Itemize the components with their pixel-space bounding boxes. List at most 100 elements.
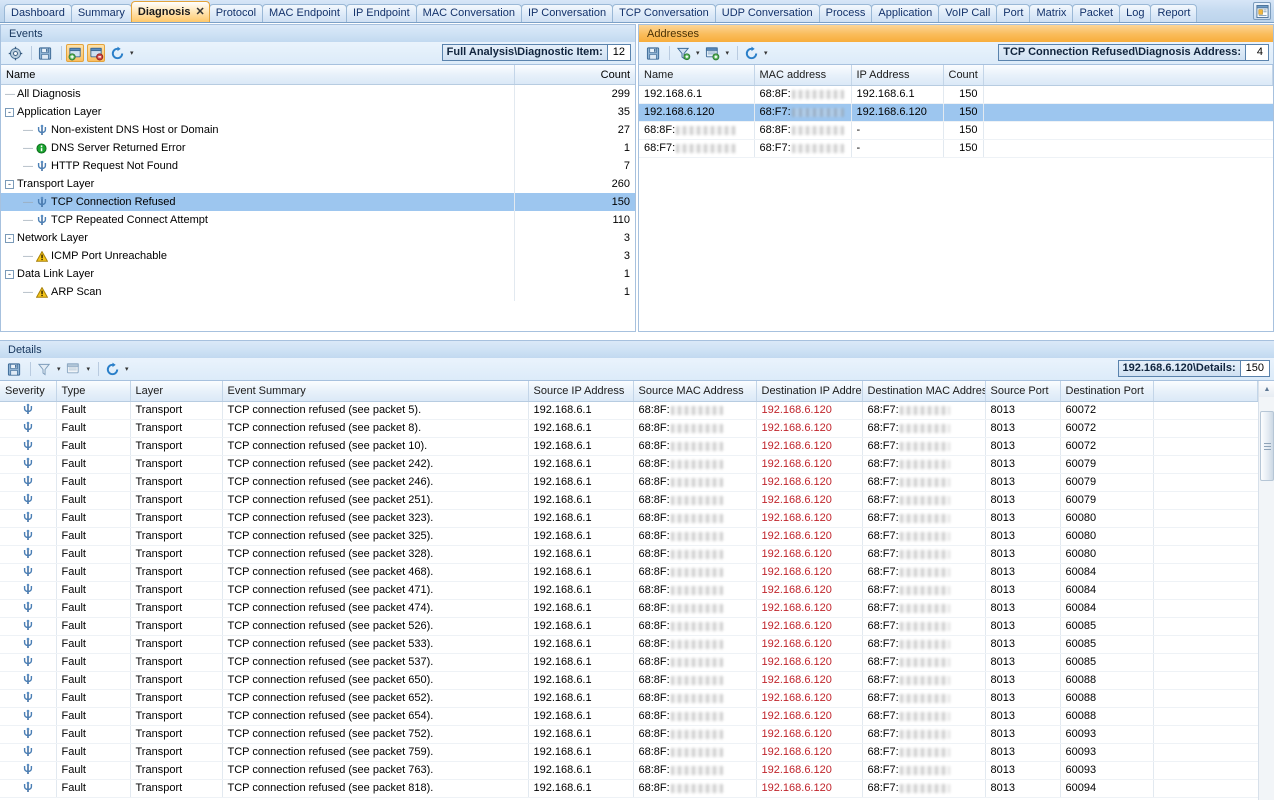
details-row[interactable]: Fault Transport TCP connection refused (se… [0,617,1258,636]
events-tree-row[interactable]: - Network Layer 3 [1,229,635,247]
events-tree-row[interactable]: — ARP Scan 1 [1,283,635,301]
details-row[interactable]: Fault Transport TCP connection refused (se… [0,635,1258,654]
report-window-icon[interactable] [1253,2,1271,20]
tab-close-icon[interactable]: ✕ [195,2,204,22]
tab-tcp-conversation[interactable]: TCP Conversation [612,4,716,22]
events-tree-row[interactable]: — TCP Repeated Connect Attempt 110 [1,211,635,229]
details-table[interactable]: Severity Type Layer Event Summary Source… [0,381,1258,798]
details-row[interactable]: Fault Transport TCP connection refused (se… [0,491,1258,510]
save-icon[interactable] [5,360,23,378]
details-row[interactable]: Fault Transport TCP connection refused (se… [0,473,1258,492]
details-grid[interactable]: Severity Type Layer Event Summary Source… [0,380,1274,800]
addresses-table[interactable]: Name MAC address IP Address Count 192.16… [639,65,1273,158]
make-filter-dropdown-caret[interactable]: ▾ [726,49,730,57]
scrollbar-thumb[interactable] [1260,411,1274,481]
addresses-grid[interactable]: Name MAC address IP Address Count 192.16… [638,64,1274,332]
tree-expander-icon[interactable]: - [5,269,14,279]
addresses-row[interactable]: 68:F7: 68:F7: -150 [639,139,1273,158]
tab-port[interactable]: Port [996,4,1031,22]
add-filter-icon[interactable] [66,44,84,62]
events-tree-grid[interactable]: Name Count — All Diagnosis 299- Application… [0,64,636,332]
tab-protocol[interactable]: Protocol [208,4,264,22]
tab-packet[interactable]: Packet [1072,4,1121,22]
tab-report[interactable]: Report [1150,4,1198,22]
addresses-col-mac[interactable]: MAC address [754,65,852,86]
tree-expander-icon[interactable]: - [5,179,14,189]
tab-mac-endpoint[interactable]: MAC Endpoint [262,4,347,22]
tab-ip-conversation[interactable]: IP Conversation [521,4,614,22]
details-col-dest-port[interactable]: Destination Port [1060,381,1154,402]
addresses-row[interactable]: 192.168.6.120 68:F7: 192.168.6.120 150 [639,103,1273,122]
settings-gear-icon[interactable] [6,44,24,62]
details-col-source-ip[interactable]: Source IP Address [528,381,634,402]
details-vertical-scrollbar[interactable]: ▲ [1258,381,1274,800]
details-row[interactable]: Fault Transport TCP connection refused (se… [0,545,1258,564]
events-tree-row[interactable]: — Non-existent DNS Host or Domain 27 [1,121,635,139]
refresh-dropdown-caret[interactable]: ▾ [125,365,129,373]
refresh-dropdown-caret[interactable]: ▾ [764,49,768,57]
events-col-name[interactable]: Name [1,65,515,84]
addresses-col-count[interactable]: Count [943,65,984,86]
details-col-severity[interactable]: Severity [0,381,57,402]
events-tree-row[interactable]: - Data Link Layer 1 [1,265,635,283]
details-row[interactable]: Fault Transport TCP connection refused (se… [0,671,1258,690]
details-row[interactable]: Fault Transport TCP connection refused (se… [0,653,1258,672]
details-row[interactable]: Fault Transport TCP connection refused (se… [0,455,1258,474]
details-row[interactable]: Fault Transport TCP connection refused (se… [0,743,1258,762]
details-row[interactable]: Fault Transport TCP connection refused (se… [0,581,1258,600]
tab-dashboard[interactable]: Dashboard [4,4,72,22]
events-tree-row[interactable]: — HTTP Request Not Found 7 [1,157,635,175]
details-row[interactable]: Fault Transport TCP connection refused (se… [0,437,1258,456]
events-col-count[interactable]: Count [515,65,635,84]
details-col-event-summary[interactable]: Event Summary [222,381,529,402]
refresh-icon[interactable] [103,360,121,378]
filter-icon[interactable] [35,360,53,378]
details-row[interactable]: Fault Transport TCP connection refused (se… [0,689,1258,708]
details-col-source-port[interactable]: Source Port [985,381,1061,402]
tab-ip-endpoint[interactable]: IP Endpoint [345,4,417,22]
details-panel-toolbar[interactable]: ▾ ▾ ▾ 192.168.6.120\Details: 150 [0,358,1274,380]
details-row[interactable]: Fault Transport TCP connection refused (se… [0,527,1258,546]
events-tree-row[interactable]: — All Diagnosis 299 [1,85,635,103]
events-tree-row[interactable]: — TCP Connection Refused 150 [1,193,635,211]
refresh-icon[interactable] [108,44,126,62]
details-row[interactable]: Fault Transport TCP connection refused (se… [0,779,1258,798]
details-row[interactable]: Fault Transport TCP connection refused (se… [0,419,1258,438]
tab-process[interactable]: Process [818,4,873,22]
tab-voip-call[interactable]: VoIP Call [938,4,998,22]
filter-icon[interactable] [674,44,692,62]
addresses-col-name[interactable]: Name [639,65,755,86]
events-tree-row[interactable]: - Transport Layer 260 [1,175,635,193]
events-tree-rows[interactable]: — All Diagnosis 299- Application Layer 35— No… [1,85,635,301]
addresses-row[interactable]: 68:8F: 68:8F: -150 [639,121,1273,140]
tab-matrix[interactable]: Matrix [1029,4,1074,22]
tab-diagnosis[interactable]: Diagnosis ✕ [130,1,210,22]
tab-udp-conversation[interactable]: UDP Conversation [714,4,820,22]
details-col-source-mac[interactable]: Source MAC Address [633,381,757,402]
details-row[interactable]: Fault Transport TCP connection refused (se… [0,599,1258,618]
details-row[interactable]: Fault Transport TCP connection refused (se… [0,707,1258,726]
events-panel-toolbar[interactable]: ▾ Full Analysis\Diagnostic Item: 12 [0,42,636,64]
tree-expander-icon[interactable]: - [5,233,14,243]
events-tree-row[interactable]: - Application Layer 35 [1,103,635,121]
filter-dropdown-caret[interactable]: ▾ [57,365,61,373]
scroll-up-arrow[interactable]: ▲ [1259,381,1274,397]
details-row[interactable]: Fault Transport TCP connection refused (se… [0,761,1258,780]
tab-log[interactable]: Log [1119,4,1152,22]
events-tree-row[interactable]: — ICMP Port Unreachable 3 [1,247,635,265]
details-col-dest-ip[interactable]: Destination IP Address [756,381,863,402]
tab-mac-conversation[interactable]: MAC Conversation [415,4,522,22]
details-panel-title[interactable]: Details [0,340,1274,358]
refresh-dropdown-caret[interactable]: ▾ [130,49,134,57]
addresses-col-ip[interactable]: IP Address [851,65,944,86]
refresh-icon[interactable] [742,44,760,62]
main-tab-bar[interactable]: Dashboard Summary Diagnosis ✕ Protocol MAC En… [0,0,1274,23]
make-filter-dropdown-caret[interactable]: ▾ [87,365,91,373]
addresses-panel-toolbar[interactable]: ▾ ▾ ▾ TCP Connection Refused\Diagnosis A… [638,42,1274,64]
details-row[interactable]: Fault Transport TCP connection refused (se… [0,401,1258,420]
details-col-type[interactable]: Type [56,381,131,402]
remove-filter-icon[interactable] [87,44,105,62]
make-filter-icon[interactable] [65,360,83,378]
details-row[interactable]: Fault Transport TCP connection refused (se… [0,563,1258,582]
tab-summary[interactable]: Summary [70,4,132,22]
